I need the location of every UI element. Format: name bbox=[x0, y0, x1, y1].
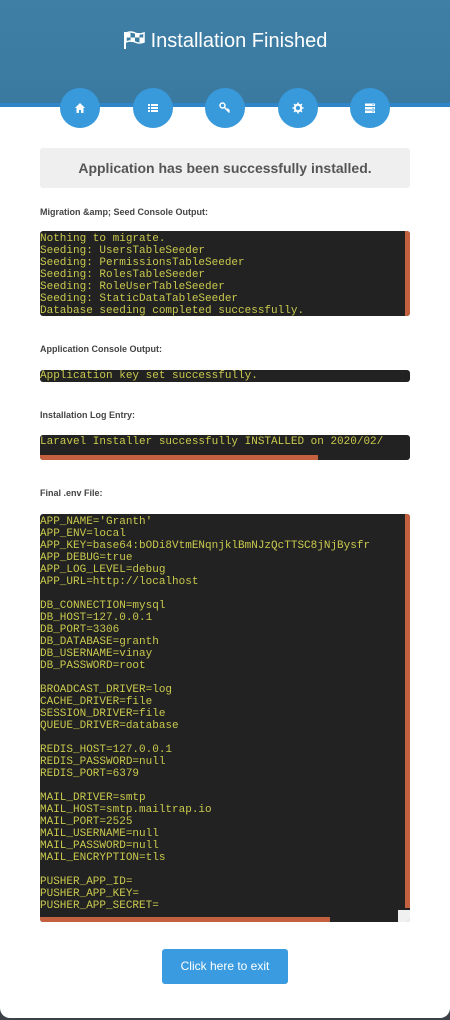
env-file-label: Final .env File: bbox=[40, 488, 103, 498]
page-title: Installation Finished bbox=[0, 30, 450, 53]
env-console-horizontal-scrollbar[interactable] bbox=[40, 917, 330, 922]
migration-console[interactable]: Nothing to migrate. Seeding: UsersTableS… bbox=[40, 231, 410, 316]
migration-console-scrollbar[interactable] bbox=[405, 231, 410, 316]
installer-steps bbox=[0, 88, 450, 128]
server-icon bbox=[365, 103, 375, 113]
app-console[interactable]: Application key set successfully. bbox=[40, 370, 410, 382]
log-console-text: Laravel Installer successfully INSTALLED… bbox=[40, 436, 384, 448]
step-requirements[interactable] bbox=[133, 88, 173, 128]
log-console[interactable]: Laravel Installer successfully INSTALLED… bbox=[40, 435, 410, 460]
migration-output-label: Migration &amp; Seed Console Output: bbox=[40, 207, 208, 217]
success-message: Application has been successfully instal… bbox=[40, 148, 410, 188]
list-icon bbox=[148, 104, 158, 112]
key-icon bbox=[219, 102, 231, 114]
env-console-vertical-scrollbar[interactable] bbox=[405, 514, 410, 908]
app-output-label: Application Console Output: bbox=[40, 344, 162, 354]
step-permissions[interactable] bbox=[205, 88, 245, 128]
scrollbar-corner bbox=[398, 910, 410, 922]
log-console-scrollbar[interactable] bbox=[40, 455, 318, 460]
env-console-text: APP_NAME='Granth' APP_ENV=local APP_KEY=… bbox=[40, 516, 371, 912]
step-home[interactable] bbox=[60, 88, 100, 128]
exit-button[interactable]: Click here to exit bbox=[162, 949, 288, 984]
home-icon bbox=[75, 103, 85, 113]
gear-icon bbox=[292, 102, 304, 114]
migration-console-text: Nothing to migrate. Seeding: UsersTableS… bbox=[40, 233, 305, 316]
step-environment[interactable] bbox=[278, 88, 318, 128]
app-console-text: Application key set successfully. bbox=[40, 370, 258, 382]
installer-card: Installation Finished Application has be… bbox=[0, 0, 450, 1018]
step-final[interactable] bbox=[350, 88, 390, 128]
flag-icon bbox=[123, 31, 145, 49]
log-entry-label: Installation Log Entry: bbox=[40, 410, 136, 420]
env-console[interactable]: APP_NAME='Granth' APP_ENV=local APP_KEY=… bbox=[40, 514, 410, 922]
page-title-text: Installation Finished bbox=[150, 30, 328, 52]
